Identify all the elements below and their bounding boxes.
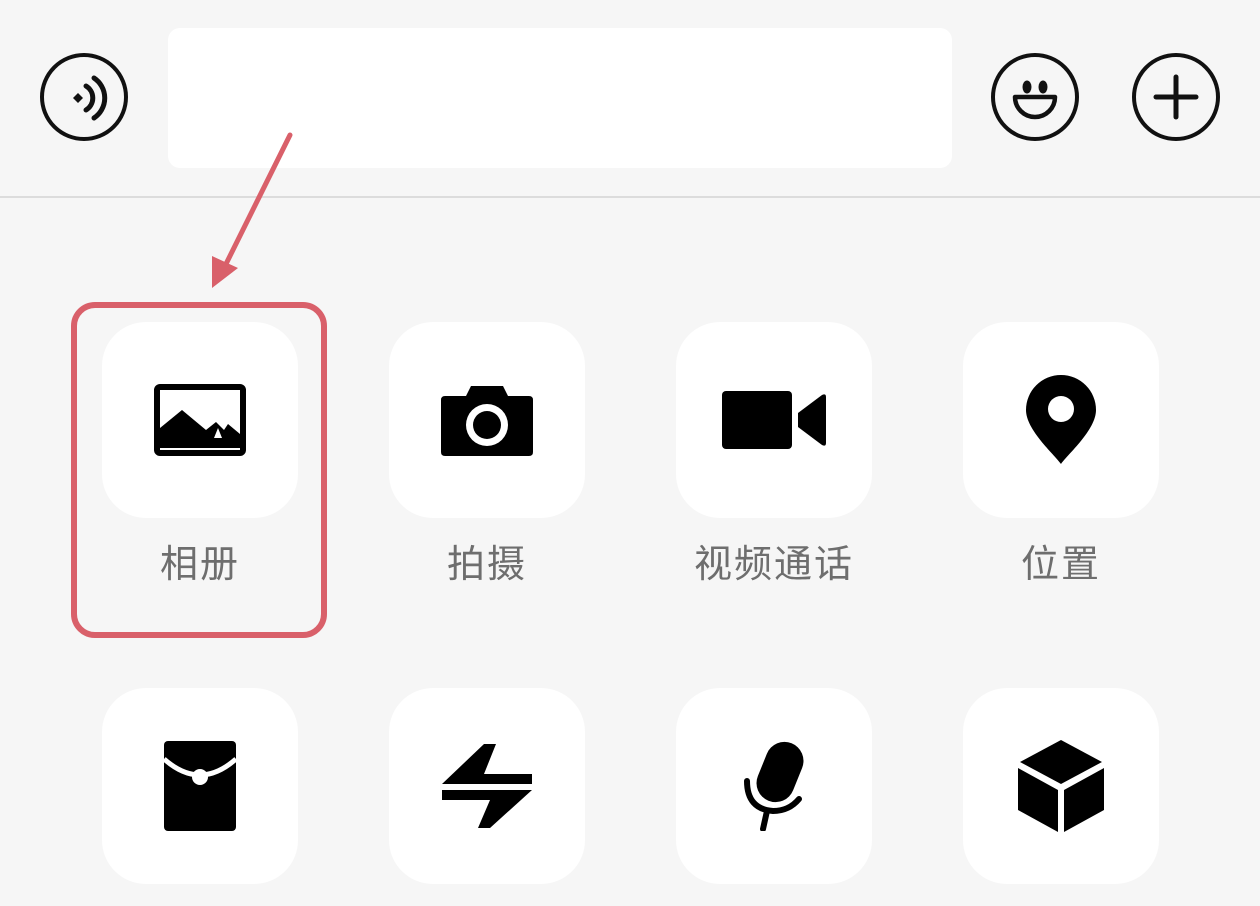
voice-input-tile[interactable] — [676, 688, 872, 884]
transfer-tile[interactable] — [389, 688, 585, 884]
panel-item-video-call[interactable]: 视频通话 — [676, 322, 872, 588]
album-tile[interactable] — [102, 322, 298, 518]
cube-tile[interactable] — [963, 688, 1159, 884]
transfer-arrows-icon — [442, 744, 532, 828]
panel-item-label: 拍摄 — [446, 542, 527, 586]
photo-album-icon — [154, 384, 246, 456]
location-pin-icon — [1026, 375, 1096, 464]
panel-item-voice-input[interactable] — [676, 688, 872, 906]
video-call-tile[interactable] — [676, 322, 872, 518]
camera-icon — [441, 386, 533, 456]
smiley-face-icon — [1012, 80, 1058, 120]
panel-item-cube[interactable] — [963, 688, 1159, 906]
chat-input-bar — [0, 0, 1260, 198]
message-input[interactable] — [168, 28, 952, 168]
cube-icon — [1018, 740, 1104, 832]
location-tile[interactable] — [963, 322, 1159, 518]
panel-item-transfer[interactable] — [389, 688, 585, 906]
panel-item-label: 相册 — [159, 542, 240, 586]
panel-item-location[interactable]: 位置 — [963, 322, 1159, 588]
voice-mode-button[interactable] — [40, 53, 128, 141]
red-packet-tile[interactable] — [102, 688, 298, 884]
more-functions-button[interactable] — [1132, 53, 1220, 141]
panel-item-album[interactable]: 相册 — [102, 322, 298, 588]
emoji-button[interactable] — [991, 53, 1079, 141]
panel-item-label: 视频通话 — [693, 542, 854, 586]
plus-circle-icon — [1153, 74, 1199, 120]
video-camera-icon — [722, 391, 826, 449]
red-packet-icon — [164, 741, 236, 831]
panel-item-camera[interactable]: 拍摄 — [389, 322, 585, 588]
voice-input-microphone-icon — [744, 741, 804, 831]
panel-item-label: 位置 — [1020, 542, 1101, 586]
voice-wave-icon — [73, 75, 108, 121]
camera-tile[interactable] — [389, 322, 585, 518]
panel-item-red-packet[interactable] — [102, 688, 298, 906]
